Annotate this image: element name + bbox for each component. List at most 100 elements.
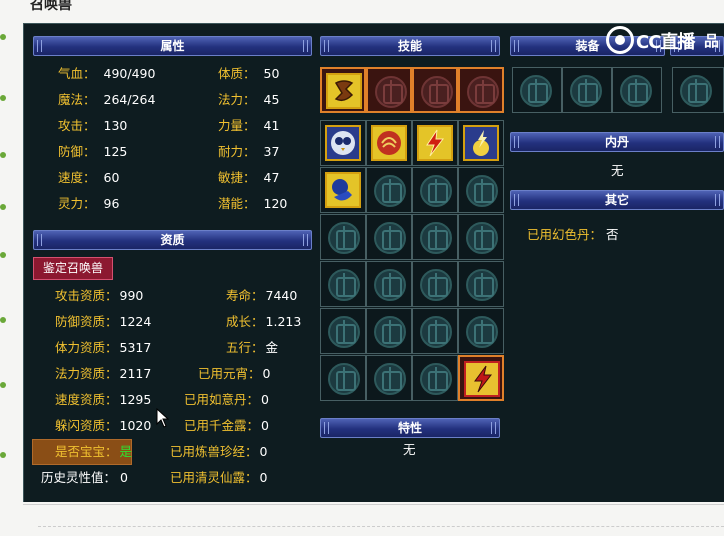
top-band: 召唤兽 — [0, 0, 724, 22]
skill-slot[interactable] — [320, 120, 366, 166]
gutter-dot — [0, 317, 6, 323]
skill-slot[interactable] — [458, 214, 504, 260]
skill-slot[interactable] — [412, 355, 458, 401]
empty-slot-emblem-icon — [374, 363, 406, 395]
gutter-dot — [0, 34, 6, 40]
skill-slot[interactable] — [458, 67, 504, 113]
skill-slot[interactable] — [320, 261, 366, 307]
skills-header: 技能 — [320, 36, 500, 56]
empty-slot-emblem-icon — [466, 316, 498, 348]
empty-slot-emblem-icon — [420, 222, 452, 254]
skill-slot[interactable] — [366, 355, 412, 401]
gutter-dot — [0, 95, 6, 101]
aptitude-row: 防御资质： 1224 — [55, 314, 152, 329]
brain-icon — [371, 125, 407, 161]
attr-row: 敏捷： 47 — [218, 170, 280, 185]
skill-slot[interactable] — [412, 167, 458, 213]
empty-slot-emblem-icon — [420, 316, 452, 348]
aptitude-row: 已用元宵： 0 — [198, 366, 271, 381]
skill-slot[interactable] — [412, 261, 458, 307]
other-row: 已用幻色丹：否 — [527, 227, 619, 242]
skill-slot[interactable] — [320, 214, 366, 260]
gutter-dot — [0, 152, 6, 158]
aptitude-row: 已用如意丹： 0 — [184, 392, 269, 407]
game-window: { "page": {"title": "召唤兽"}, "attributes"… — [0, 0, 724, 536]
cc-logo-icon — [606, 26, 634, 54]
attr-row: 耐力： 37 — [218, 144, 280, 159]
attributes-header: 属性 — [33, 36, 312, 56]
dashed-divider — [38, 526, 724, 527]
aptitude-row: 成长： 1.213 — [226, 314, 302, 329]
skill-slot[interactable] — [366, 67, 412, 113]
thunder-burst-icon — [463, 125, 499, 161]
attr-row: 速度： 60 — [58, 170, 120, 185]
neidan-header: 内丹 — [510, 132, 724, 152]
special-header: 特性 — [320, 418, 500, 438]
skill-slot[interactable] — [366, 120, 412, 166]
aptitude-row: 躲闪资质： 1020 — [55, 418, 152, 433]
aptitude-row: 寿命： 7440 — [226, 288, 298, 303]
skill-slot[interactable] — [412, 308, 458, 354]
orb-hand-icon — [325, 172, 361, 208]
skill-slot[interactable] — [320, 355, 366, 401]
skill-slot[interactable] — [320, 308, 366, 354]
skill-slot[interactable] — [366, 261, 412, 307]
empty-slot-emblem-icon — [328, 222, 360, 254]
gutter-dot — [0, 452, 6, 458]
attr-row: 气血： 490/490 — [58, 66, 156, 81]
skill-slot[interactable] — [412, 67, 458, 113]
empty-slot-emblem-icon — [466, 175, 498, 207]
skill-slot[interactable] — [320, 67, 366, 113]
skill-slot[interactable] — [412, 120, 458, 166]
cc-live-watermark: CC直播 品 — [606, 24, 724, 56]
attr-row: 灵力： 96 — [58, 196, 120, 211]
aptitude-row: 体力资质： 5317 — [55, 340, 152, 355]
gutter-dot — [0, 252, 6, 258]
aptitude-row: 已用炼兽珍经： 0 — [170, 444, 268, 459]
empty-slot-emblem-icon — [328, 363, 360, 395]
aptitude-row: 五行：金 — [226, 340, 279, 355]
skill-slot[interactable] — [412, 214, 458, 260]
is-baby-row: 是否宝宝：是 — [55, 444, 133, 459]
attr-row: 潜能： 120 — [218, 196, 288, 211]
empty-slot-emblem-icon — [328, 316, 360, 348]
lightning-icon — [417, 125, 453, 161]
equipment-slot[interactable] — [562, 67, 612, 113]
attr-row: 体质： 50 — [218, 66, 280, 81]
aptitude-row: 已用清灵仙露： 0 — [170, 470, 268, 485]
empty-slot-emblem-icon — [374, 316, 406, 348]
lightning-strike-icon — [464, 361, 500, 397]
equipment-slot[interactable] — [512, 67, 562, 113]
owl-icon — [325, 125, 361, 161]
skill-slot[interactable] — [458, 261, 504, 307]
attr-row: 法力： 45 — [218, 92, 280, 107]
page-title: 召唤兽 — [30, 0, 72, 13]
skill-slot[interactable] — [458, 355, 504, 401]
equipment-slot[interactable] — [612, 67, 662, 113]
skill-slot[interactable] — [458, 167, 504, 213]
empty-slot-emblem-icon — [420, 175, 452, 207]
skill-slot[interactable] — [320, 167, 366, 213]
equipment-slot[interactable] — [672, 67, 724, 113]
empty-slot-emblem-icon — [466, 222, 498, 254]
panel-bottom-line — [23, 504, 724, 505]
special-value: 无 — [403, 442, 416, 457]
aptitude-header: 资质 — [33, 230, 312, 250]
skill-slot[interactable] — [366, 167, 412, 213]
skill-slot[interactable] — [458, 120, 504, 166]
attr-row: 力量： 41 — [218, 118, 280, 133]
gutter-dot — [0, 382, 6, 388]
empty-slot-emblem-icon — [374, 222, 406, 254]
identify-pet-button[interactable]: 鉴定召唤兽 — [33, 257, 113, 280]
skill-slot[interactable] — [366, 214, 412, 260]
attr-row: 防御： 125 — [58, 144, 128, 159]
mouse-cursor-icon — [156, 408, 170, 428]
aptitude-row: 已用千金露： 0 — [184, 418, 269, 433]
skill-slot[interactable] — [458, 308, 504, 354]
aptitude-row: 历史灵性值： 0 — [41, 470, 128, 485]
other-header: 其它 — [510, 190, 724, 210]
attr-row: 攻击： 130 — [58, 118, 128, 133]
skill-slot[interactable] — [366, 308, 412, 354]
empty-slot-emblem-icon — [420, 269, 452, 301]
talisman-icon — [326, 73, 362, 109]
